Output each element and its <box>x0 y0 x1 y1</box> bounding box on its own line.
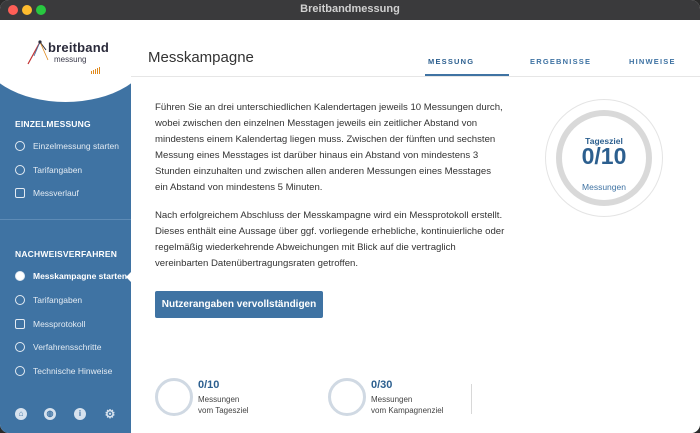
warning-icon <box>15 366 25 376</box>
breitbandmessung-logo: breitband messung <box>26 34 116 74</box>
globe-icon[interactable]: ◍ <box>44 408 56 420</box>
stat-ring <box>328 378 366 416</box>
play-circle-icon <box>15 271 25 281</box>
sidebar-footer: ⌂ ◍ i ⚙ <box>0 404 131 428</box>
protocol-paragraph: Nach erfolgreichem Abschluss der Messkam… <box>155 210 505 269</box>
sidebar-item-label: Verfahrensschritte <box>33 342 102 352</box>
user-tariff-icon <box>15 165 25 175</box>
sidebar-item-label: Tarifangaben <box>33 295 83 305</box>
sidebar-item-messkampagne-starten[interactable]: Messkampagne starten <box>0 266 131 288</box>
sidebar-item-einzelmessung-starten[interactable]: Einzelmessung starten <box>0 136 131 158</box>
complete-user-info-button[interactable]: Nutzerangaben vervollständigen <box>155 291 323 318</box>
info-icon[interactable]: i <box>74 408 86 420</box>
sidebar-item-label: Messprotokoll <box>33 319 86 329</box>
sidebar-item-label: Messkampagne starten <box>33 271 128 281</box>
section-title-nachweisverfahren: NACHWEISVERFAHREN <box>15 249 118 259</box>
logo-area: breitband messung <box>0 20 131 82</box>
logo-star-icon <box>27 40 49 65</box>
tab-ergebnisse[interactable]: ERGEBNISSE <box>530 57 591 66</box>
main-content: Messkampagne MESSUNG ERGEBNISSE HINWEISE… <box>131 20 700 433</box>
app-window: Breitbandmessung breitband messung EINZE… <box>0 0 700 433</box>
stat-label-line1: Messungen <box>371 395 413 404</box>
home-icon[interactable]: ⌂ <box>15 408 27 420</box>
intro-paragraph: Führen Sie an drei unterschiedlichen Kal… <box>155 102 503 193</box>
sidebar-item-label: Einzelmessung starten <box>33 141 119 151</box>
history-icon <box>15 188 25 198</box>
gauge-label-bottom: Messungen <box>582 182 626 192</box>
sidebar-item-label: Tarifangaben <box>33 165 83 175</box>
logo-subtitle: messung <box>54 55 87 64</box>
sidebar-item-technische-hinweise[interactable]: Technische Hinweise <box>0 361 131 383</box>
tabs-divider <box>131 76 700 77</box>
sidebar-item-label: Technische Hinweise <box>33 366 113 376</box>
stat-value: 0/30 <box>371 379 393 391</box>
protocol-icon <box>15 319 25 329</box>
logo-signal-bars <box>91 56 101 74</box>
sidebar-item-label: Messverlauf <box>33 188 79 198</box>
window-title: Breitbandmessung <box>300 3 400 15</box>
user-tariff-icon <box>15 295 25 305</box>
sidebar-divider <box>0 219 131 220</box>
sidebar-item-messprotokoll[interactable]: Messprotokoll <box>0 314 131 336</box>
play-circle-icon <box>15 141 25 151</box>
stat-ring <box>155 378 193 416</box>
sidebar: breitband messung EINZELMESSUNG Einzelme… <box>0 20 151 433</box>
stat-label-line2: vom Kampagnenziel <box>371 406 444 415</box>
sidebar-item-tarifangaben[interactable]: Tarifangaben <box>0 160 131 182</box>
tab-hinweise[interactable]: HINWEISE <box>629 57 676 66</box>
stats-divider <box>471 384 472 414</box>
stat-label-line1: Messungen <box>198 395 240 404</box>
tab-messung[interactable]: MESSUNG <box>428 57 474 66</box>
stat-value: 0/10 <box>198 379 220 391</box>
gauge-value: 0/10 <box>581 143 627 169</box>
page-title: Messkampagne <box>148 49 254 66</box>
logo-wordmark: breitband <box>48 40 110 55</box>
stat-label-line2: vom Tagesziel <box>198 406 249 415</box>
title-bar: Breitbandmessung <box>0 0 700 21</box>
section-title-einzelmessung: EINZELMESSUNG <box>15 119 91 129</box>
list-icon <box>15 342 25 352</box>
settings-icon[interactable]: ⚙ <box>104 408 116 420</box>
sidebar-item-tarifangaben-nachweis[interactable]: Tarifangaben <box>0 290 131 312</box>
sidebar-item-messverlauf[interactable]: Messverlauf <box>0 183 131 205</box>
daily-goal-gauge: Tagesziel 0/10 Messungen <box>545 99 663 217</box>
sidebar-item-verfahrensschritte[interactable]: Verfahrensschritte <box>0 337 131 359</box>
